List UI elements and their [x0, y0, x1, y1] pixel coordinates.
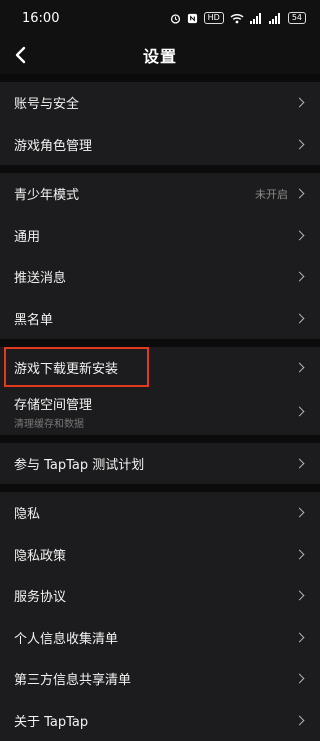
row-label: 账号与安全: [14, 93, 79, 112]
chevron-right-icon: [295, 230, 305, 240]
row-label: 存储空间管理: [14, 394, 92, 413]
settings-item-privacy[interactable]: 隐私: [0, 492, 320, 534]
hd-icon: HD: [204, 12, 224, 24]
signal-icon: [250, 13, 263, 24]
row-label: 游戏角色管理: [14, 135, 92, 154]
chevron-right-icon: [295, 458, 305, 468]
settings-item-privacy-policy[interactable]: 隐私政策: [0, 534, 320, 576]
wifi-icon: [230, 13, 244, 24]
group-divider: [0, 435, 320, 443]
settings-item-third-party-sharing[interactable]: 第三方信息共享清单: [0, 658, 320, 700]
row-label: 个人信息收集清单: [14, 628, 118, 647]
group-divider: [0, 484, 320, 492]
signal-icon: [269, 13, 282, 24]
settings-group-download: 游戏下载更新安装 存储空间管理 清理缓存和数据: [0, 347, 320, 435]
row-label: 青少年模式: [14, 184, 79, 203]
settings-item-push-notifications[interactable]: 推送消息: [0, 256, 320, 298]
row-label: 通用: [14, 226, 40, 245]
row-label: 推送消息: [14, 267, 66, 286]
settings-item-game-roles[interactable]: 游戏角色管理: [0, 124, 320, 166]
settings-item-game-download-update[interactable]: 游戏下载更新安装: [0, 347, 320, 389]
chevron-left-icon: [14, 46, 26, 64]
settings-item-taptap-test-plan[interactable]: 参与 TapTap 测试计划: [0, 443, 320, 485]
nfc-icon: [187, 13, 198, 24]
chevron-right-icon: [295, 313, 305, 323]
youth-mode-status: 未开启: [255, 186, 288, 202]
chevron-right-icon: [295, 715, 305, 725]
settings-group-privacy: 隐私 隐私政策 服务协议 个人信息收集清单 第三方信息共享清单 关于 TapTa…: [0, 492, 320, 741]
row-label: 隐私: [14, 503, 40, 522]
group-divider: [0, 165, 320, 173]
settings-item-youth-mode[interactable]: 青少年模式 未开启: [0, 173, 320, 215]
settings-item-blacklist[interactable]: 黑名单: [0, 298, 320, 340]
page-title: 设置: [143, 43, 177, 67]
settings-group-account: 账号与安全 游戏角色管理: [0, 82, 320, 165]
chevron-right-icon: [295, 189, 305, 199]
row-label: 游戏下载更新安装: [14, 358, 118, 377]
chevron-right-icon: [295, 139, 305, 149]
row-subtitle: 清理缓存和数据: [14, 415, 92, 430]
row-label: 黑名单: [14, 309, 53, 328]
settings-group-test-plan: 参与 TapTap 测试计划: [0, 443, 320, 485]
chevron-right-icon: [295, 363, 305, 373]
row-label: 参与 TapTap 测试计划: [14, 454, 144, 473]
chevron-right-icon: [295, 591, 305, 601]
chevron-right-icon: [295, 632, 305, 642]
settings-item-storage[interactable]: 存储空间管理 清理缓存和数据: [0, 389, 320, 435]
settings-item-personal-info-list[interactable]: 个人信息收集清单: [0, 617, 320, 659]
row-label: 隐私政策: [14, 545, 66, 564]
settings-item-service-agreement[interactable]: 服务协议: [0, 575, 320, 617]
chevron-right-icon: [295, 98, 305, 108]
settings-item-account-security[interactable]: 账号与安全: [0, 82, 320, 124]
status-bar: 16:00 HD 54: [0, 0, 320, 36]
chevron-right-icon: [295, 407, 305, 417]
settings-item-general[interactable]: 通用: [0, 215, 320, 257]
chevron-right-icon: [295, 549, 305, 559]
nav-bar: 设置: [0, 36, 320, 74]
status-icons: HD 54: [170, 12, 306, 24]
back-button[interactable]: [14, 44, 34, 66]
row-label: 服务协议: [14, 586, 66, 605]
settings-group-general: 青少年模式 未开启 通用 推送消息 黑名单: [0, 173, 320, 339]
group-divider: [0, 339, 320, 347]
chevron-right-icon: [295, 272, 305, 282]
row-label: 第三方信息共享清单: [14, 669, 131, 688]
chevron-right-icon: [295, 508, 305, 518]
battery-icon: 54: [288, 12, 306, 24]
row-label: 关于 TapTap: [14, 711, 88, 730]
chevron-right-icon: [295, 674, 305, 684]
alarm-icon: [170, 13, 181, 24]
status-time: 16:00: [22, 11, 59, 26]
settings-item-about[interactable]: 关于 TapTap: [0, 700, 320, 741]
